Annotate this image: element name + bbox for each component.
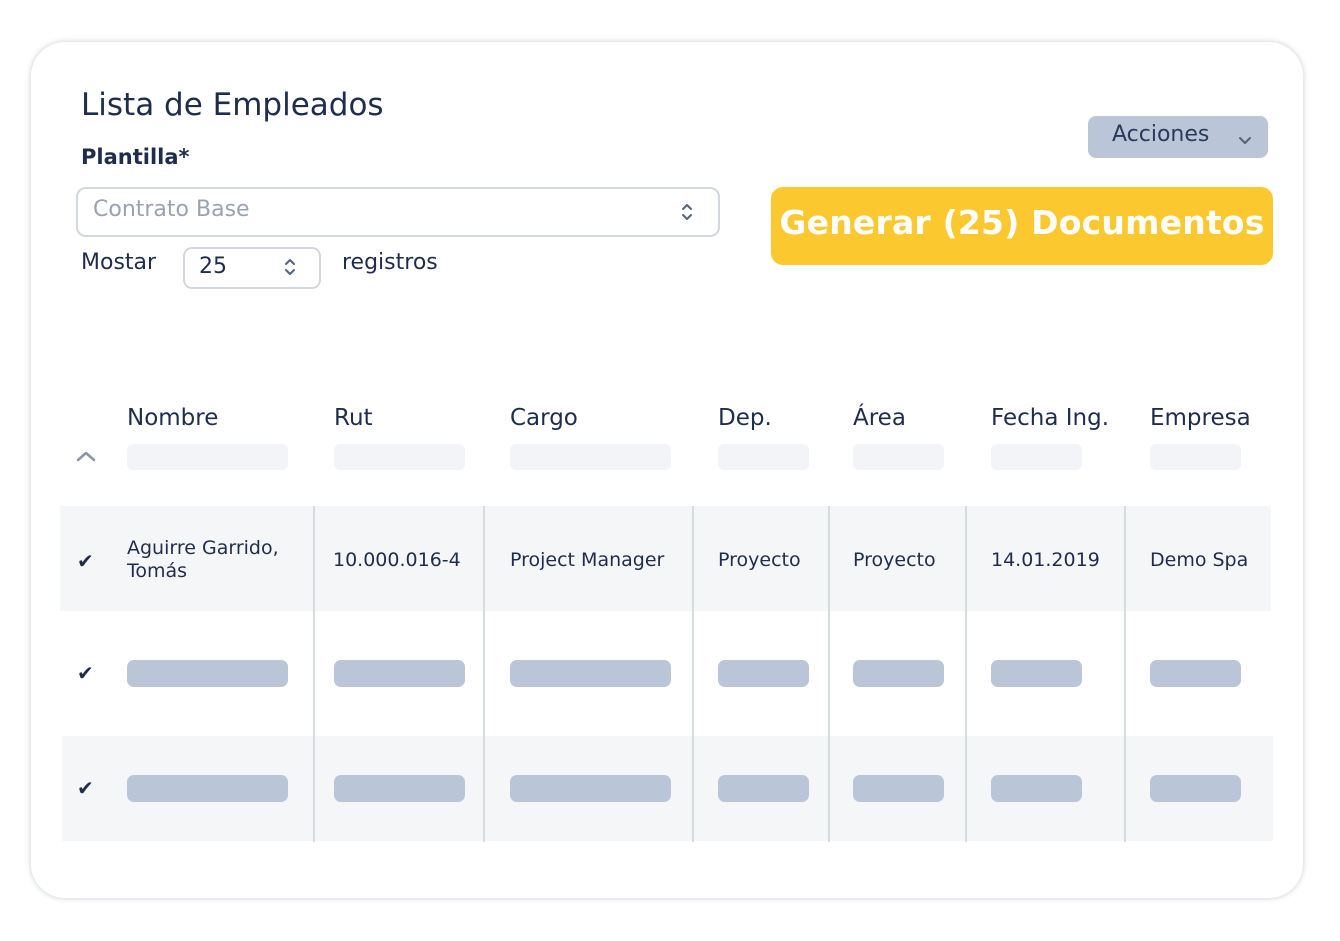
placeholder-bar <box>334 775 465 802</box>
column-header-rut[interactable]: Rut <box>334 405 373 431</box>
cell-area: Proyecto <box>853 549 936 571</box>
column-header-area[interactable]: Área <box>853 405 906 431</box>
placeholder-bar <box>718 660 809 687</box>
cell-nombre: Aguirre Garrido, Tomás <box>127 537 279 582</box>
placeholder-bar <box>1150 775 1241 802</box>
column-header-empresa[interactable]: Empresa <box>1150 405 1251 431</box>
placeholder-bar <box>1150 660 1241 687</box>
cell-nombre-line1: Aguirre Garrido, <box>127 537 279 559</box>
placeholder-bar <box>127 660 288 687</box>
cell-cargo: Project Manager <box>510 549 665 571</box>
filter-input-cargo[interactable] <box>510 444 671 470</box>
column-header-dep[interactable]: Dep. <box>718 405 772 431</box>
cell-fecha: 14.01.2019 <box>991 549 1100 571</box>
filter-input-empresa[interactable] <box>1150 444 1241 470</box>
actions-dropdown-button[interactable]: Acciones <box>1088 116 1268 158</box>
page-size-prefix: Mostar <box>81 250 157 275</box>
cell-dep: Proyecto <box>718 549 801 571</box>
row-checkmark-icon[interactable]: ✔ <box>77 549 94 573</box>
up-down-chevron-icon <box>681 201 693 223</box>
filter-input-fecha[interactable] <box>991 444 1082 470</box>
cell-rut: 10.000.016-4 <box>333 549 461 571</box>
column-divider <box>828 506 830 842</box>
column-divider <box>483 506 485 842</box>
actions-label: Acciones <box>1112 122 1210 147</box>
generate-documents-button[interactable]: Generar (25) Documentos <box>771 187 1273 265</box>
placeholder-bar <box>510 660 671 687</box>
page-title: Lista de Empleados <box>81 87 384 123</box>
page-size-value: 25 <box>199 254 227 279</box>
cell-nombre-line2: Tomás <box>127 560 188 582</box>
row-checkmark-icon[interactable]: ✔ <box>77 661 94 685</box>
collapse-chevron-up-icon[interactable] <box>75 448 97 467</box>
filter-input-dep[interactable] <box>718 444 809 470</box>
column-header-fecha[interactable]: Fecha Ing. <box>991 405 1109 431</box>
cell-empresa: Demo Spa <box>1150 549 1249 571</box>
up-down-chevron-icon <box>284 256 296 278</box>
placeholder-bar <box>853 775 944 802</box>
placeholder-bar <box>991 775 1082 802</box>
placeholder-bar <box>127 775 288 802</box>
placeholder-bar <box>853 660 944 687</box>
plantilla-select-value: Contrato Base <box>93 197 250 222</box>
placeholder-bar <box>334 660 465 687</box>
column-header-cargo[interactable]: Cargo <box>510 405 578 431</box>
column-divider <box>313 506 315 842</box>
plantilla-label: Plantilla* <box>81 145 190 169</box>
chevron-down-icon <box>1238 131 1252 150</box>
employee-list-card: Lista de Empleados Plantilla* Contrato B… <box>31 42 1303 898</box>
page-size-select[interactable]: 25 <box>183 247 321 289</box>
row-checkmark-icon[interactable]: ✔ <box>77 776 94 800</box>
column-divider <box>692 506 694 842</box>
filter-input-rut[interactable] <box>334 444 465 470</box>
placeholder-bar <box>510 775 671 802</box>
filter-input-area[interactable] <box>853 444 944 470</box>
column-divider <box>1124 506 1126 842</box>
column-divider <box>965 506 967 842</box>
placeholder-bar <box>718 775 809 802</box>
placeholder-bar <box>991 660 1082 687</box>
page-size-suffix: registros <box>342 250 438 275</box>
filter-input-nombre[interactable] <box>127 444 288 470</box>
plantilla-select[interactable]: Contrato Base <box>76 187 720 237</box>
column-header-nombre[interactable]: Nombre <box>127 405 218 431</box>
generate-documents-label: Generar (25) Documentos <box>779 203 1265 242</box>
